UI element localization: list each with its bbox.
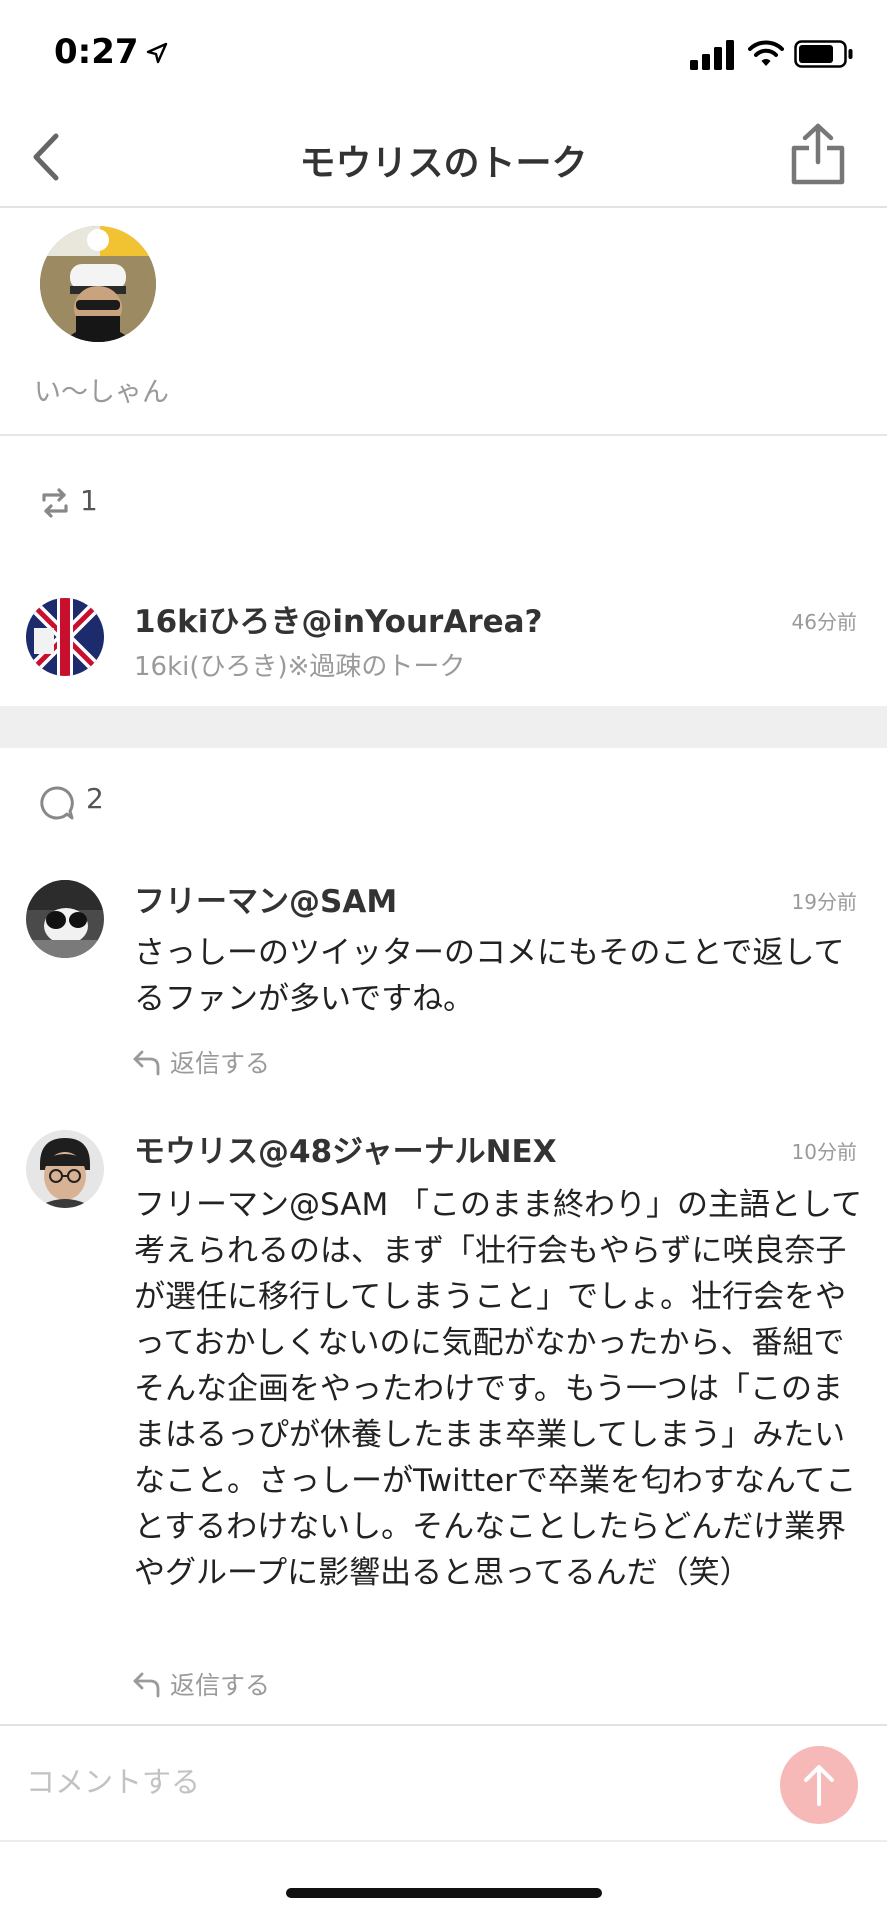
home-indicator[interactable]: [286, 1888, 602, 1898]
up-arrow-icon: [804, 1765, 834, 1806]
reply-button[interactable]: 返信する: [132, 1664, 332, 1704]
status-time: 0:27: [54, 32, 139, 72]
comment-input-bar: [0, 1724, 887, 1842]
location-arrow-icon: [146, 42, 168, 64]
author-avatar[interactable]: [40, 226, 156, 342]
commenter-photo: [26, 1130, 104, 1208]
comment-input[interactable]: [26, 1754, 756, 1810]
comment-timestamp: 19分前: [791, 890, 857, 914]
retweet-item[interactable]: 16kiひろき@inYourArea? 16ki(ひろき)※過疎のトーク 46分…: [0, 580, 887, 690]
reply-arrow-icon: [133, 1050, 160, 1076]
retweet-count: 1: [80, 484, 98, 517]
navigation-header: モウリスのトーク: [0, 100, 887, 208]
commenter-photo: [26, 880, 104, 958]
comment-timestamp: 10分前: [791, 1140, 857, 1164]
page-title: モウリスのトーク: [299, 143, 588, 184]
battery-icon: [794, 40, 853, 68]
retweeter-talk-title: 16ki(ひろき)※過疎のトーク: [134, 652, 466, 682]
retweeter-avatar[interactable]: [26, 598, 104, 676]
comment-item: モウリス@48ジャーナルNEX 10分前 フリーマン@SAM 「このまま終わり」…: [0, 1118, 887, 1708]
reply-label: 返信する: [170, 1671, 271, 1700]
comment-count: 2: [86, 782, 104, 815]
retweeter-photo: [26, 598, 104, 676]
retweet-icon: [42, 488, 68, 518]
comment-author[interactable]: モウリス@48ジャーナルNEX: [134, 1126, 557, 1171]
section-divider: [0, 706, 887, 748]
reply-button[interactable]: 返信する: [132, 1042, 332, 1082]
retweet-timestamp: 46分前: [791, 610, 857, 634]
share-icon[interactable]: [790, 122, 846, 186]
commenter-avatar[interactable]: [26, 1130, 104, 1208]
retweet-count-row: 1: [0, 470, 887, 540]
reply-label: 返信する: [170, 1049, 271, 1078]
comment-author[interactable]: フリーマン@SAM: [134, 876, 397, 921]
comment-count-row: 2: [0, 768, 887, 838]
author-photo: [40, 226, 156, 342]
comment-text: フリーマン@SAM 「このまま終わり」の主語として考えられるのは、まず「壮行会も…: [134, 1187, 863, 1591]
author-name[interactable]: い〜しゃん: [34, 370, 169, 409]
send-button[interactable]: [780, 1746, 858, 1824]
comment-text: さっしーのツイッターのコメにもそのことで返してるファンが多いですね。: [134, 935, 845, 1017]
status-bar: 0:27: [0, 0, 887, 100]
reply-arrow-icon: [133, 1672, 160, 1698]
commenter-avatar[interactable]: [26, 880, 104, 958]
comment-bubble-icon: [40, 786, 74, 820]
retweeter-name: 16kiひろき@inYourArea?: [134, 604, 543, 640]
comment-item: フリーマン@SAM 19分前 さっしーのツイッターのコメにもそのことで返してるフ…: [0, 868, 887, 1088]
wifi-icon: [748, 40, 784, 66]
talk-author: い〜しゃん: [0, 210, 887, 436]
cellular-signal-icon: [690, 40, 734, 70]
